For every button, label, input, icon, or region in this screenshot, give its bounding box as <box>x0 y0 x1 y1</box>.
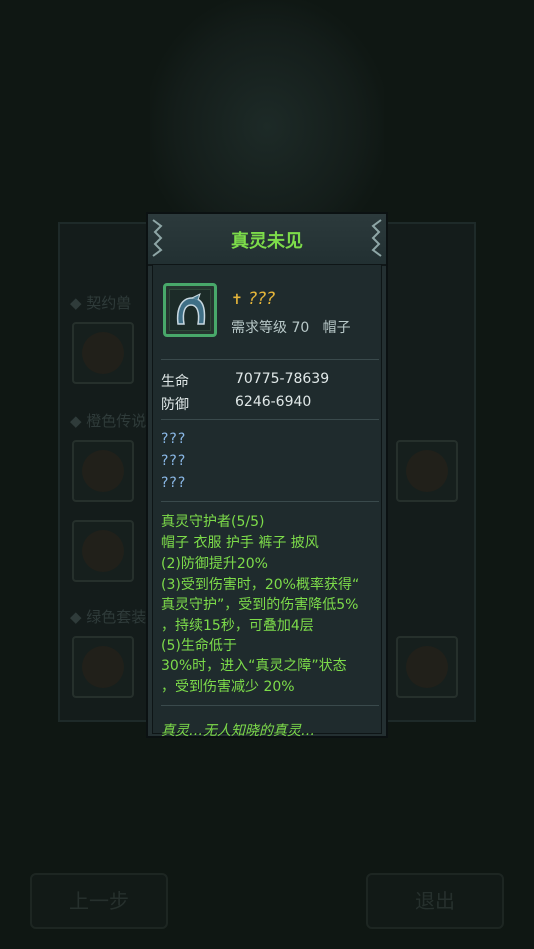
set-bonus-3-line-1: (3)受到伤害时，20%概率获得“ <box>161 577 360 593</box>
popup-body: ✝︎ ??? 需求等级 70 帽子 生命 70775-78639 防御 6246… <box>152 264 382 739</box>
hood-icon <box>176 293 206 325</box>
item-icon-frame <box>163 283 217 337</box>
set-bonus-5-line-2: 30%时，进入“真灵之障”状态 <box>161 658 347 674</box>
item-requirement: 需求等级 70 帽子 <box>231 317 351 337</box>
divider <box>161 705 379 706</box>
stat-value-hp: 70775-78639 <box>235 371 330 387</box>
item-slot-type: 帽子 <box>322 320 351 336</box>
flavor-text: 真灵…无人知晓的真灵… <box>161 723 315 739</box>
hidden-attribute-2: ??? <box>161 453 187 469</box>
popup-header: 真灵未见 <box>148 214 386 266</box>
set-bonus-2: (2)防御提升20% <box>161 556 268 572</box>
set-bonus-5-line-3: ，受到伤害减少 20% <box>161 679 295 695</box>
set-slot-2[interactable] <box>396 636 458 698</box>
prev-step-button[interactable]: 上一步 <box>30 873 168 929</box>
unknown-key-icon: ✝︎ <box>231 292 243 308</box>
divider <box>161 359 379 360</box>
stat-value-defense: 6246-6940 <box>235 394 312 410</box>
item-tooltip-popup: 真灵未见 ✝︎ ??? 需求等级 70 帽子 生命 70775-78639 防御… <box>146 212 388 739</box>
set-bonus-3-line-3: ，持续15秒，可叠加4层 <box>161 618 314 634</box>
item-name-text: ??? <box>248 289 276 309</box>
divider <box>161 419 379 420</box>
right-ornament-icon <box>369 218 383 258</box>
popup-title: 真灵未见 <box>231 231 303 252</box>
hidden-attribute-1: ??? <box>161 431 187 447</box>
section-label-green-set: ◆ 绿色套装 <box>70 608 147 626</box>
divider <box>161 501 379 502</box>
set-pieces: 帽子 衣服 护手 裤子 披风 <box>161 535 319 551</box>
section-label-orange-legend: ◆ 橙色传说 <box>70 412 147 430</box>
set-slot-1[interactable] <box>72 636 134 698</box>
section-label-pet: ◆ 契约兽 <box>70 294 132 312</box>
legend-slot-1[interactable] <box>72 440 134 502</box>
legend-slot-3[interactable] <box>396 440 458 502</box>
legend-slot-2[interactable] <box>72 520 134 582</box>
pet-slot[interactable] <box>72 322 134 384</box>
set-name: 真灵守护者(5/5) <box>161 514 265 530</box>
background-emblem <box>150 0 384 230</box>
stat-label-defense: 防御 <box>161 397 189 413</box>
item-name: ✝︎ ??? <box>231 289 275 309</box>
set-bonus-5-line-1: (5)生命低于 <box>161 638 237 654</box>
stat-label-hp: 生命 <box>161 374 189 390</box>
level-requirement: 需求等级 70 <box>231 320 310 336</box>
set-bonus-3-line-2: 真灵守护”，受到的伤害降低5% <box>161 597 359 613</box>
exit-button[interactable]: 退出 <box>366 873 504 929</box>
hidden-attribute-3: ??? <box>161 475 187 491</box>
